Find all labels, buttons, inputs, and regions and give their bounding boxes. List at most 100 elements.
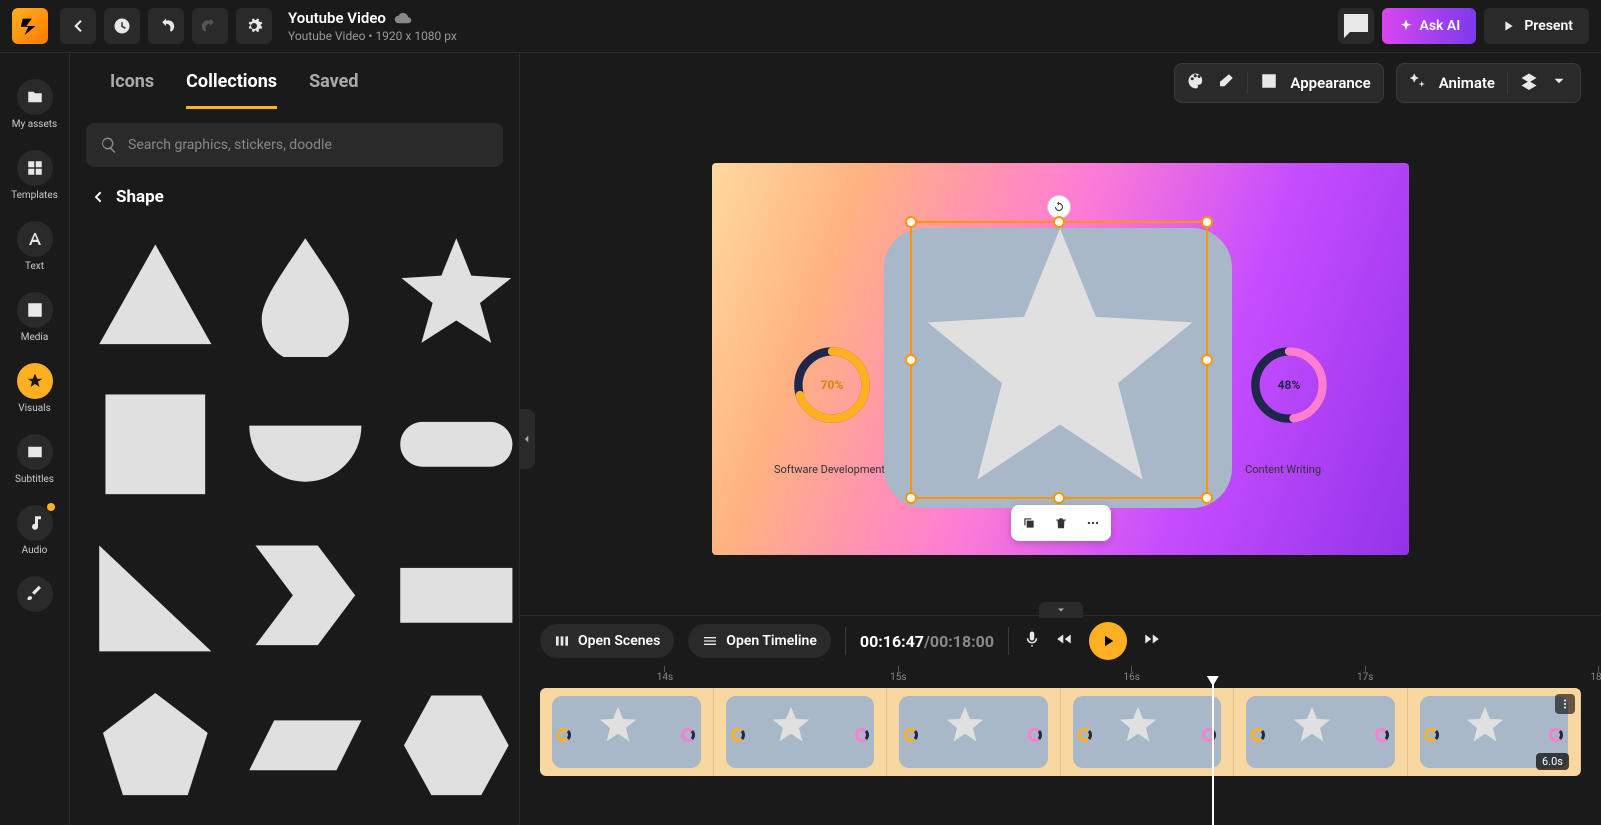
time-display: 00:16:47/00:18:00 xyxy=(860,632,994,651)
undo-button[interactable] xyxy=(148,8,184,44)
timeline-clip[interactable]: 6.0s xyxy=(540,688,1581,776)
rail-subtitles[interactable]: Subtitles xyxy=(0,428,69,491)
chevron-down-icon[interactable] xyxy=(1550,72,1568,94)
shape-square[interactable] xyxy=(86,376,225,515)
clip-duration: 6.0s xyxy=(1536,753,1569,770)
collapse-panel-button[interactable] xyxy=(519,409,535,469)
resize-handle[interactable] xyxy=(1053,216,1065,228)
canvas-area: Appearance Animate 70% 48% Soft xyxy=(520,53,1601,825)
shape-star[interactable] xyxy=(387,225,519,364)
left-rail: My assets Templates Text Media Visuals S… xyxy=(0,53,70,825)
shape-half-circle[interactable] xyxy=(237,376,376,515)
mic-button[interactable] xyxy=(1023,630,1041,652)
shape-chevron[interactable] xyxy=(237,526,376,665)
selection-toolbar xyxy=(1011,505,1111,541)
open-scenes-button[interactable]: Open Scenes xyxy=(540,624,674,658)
magic-icon[interactable] xyxy=(1409,72,1427,94)
brush-icon xyxy=(17,576,53,612)
eraser-icon[interactable] xyxy=(1217,72,1235,94)
shape-rectangle[interactable] xyxy=(387,526,519,665)
stat-ring-right: 48% xyxy=(1247,343,1331,427)
rail-templates[interactable]: Templates xyxy=(0,144,69,207)
delete-button[interactable] xyxy=(1047,509,1075,537)
forward-button[interactable] xyxy=(1143,630,1161,652)
timeline-ruler[interactable]: 14s 15s 16s 17s 18s xyxy=(540,666,1601,682)
shape-pill[interactable] xyxy=(387,376,519,515)
comments-button[interactable] xyxy=(1338,8,1374,44)
tab-saved[interactable]: Saved xyxy=(309,71,358,109)
shape-right-triangle[interactable] xyxy=(86,526,225,665)
collection-title: Shape xyxy=(116,187,164,207)
layers-icon[interactable] xyxy=(1520,72,1538,94)
shape-parallelogram[interactable] xyxy=(237,677,376,816)
shape-hexagon[interactable] xyxy=(387,677,519,816)
rail-media[interactable]: Media xyxy=(0,286,69,349)
timeline-icon xyxy=(702,633,718,649)
scenes-icon xyxy=(554,633,570,649)
timeline-track[interactable]: 6.0s xyxy=(520,682,1601,825)
resize-handle[interactable] xyxy=(1201,216,1213,228)
timeline: Open Scenes Open Timeline 00:16:47/00:18… xyxy=(520,615,1601,825)
rail-draw[interactable] xyxy=(0,570,69,618)
canvas[interactable]: 70% 48% Software Development Content Wri… xyxy=(712,163,1409,555)
resize-handle[interactable] xyxy=(1201,354,1213,366)
resize-handle[interactable] xyxy=(1201,492,1213,504)
app-logo xyxy=(12,8,48,44)
visuals-panel: Icons Collections Saved Shape xyxy=(70,53,520,825)
playhead[interactable] xyxy=(1212,682,1214,825)
shapes-grid xyxy=(70,215,519,825)
stat-ring-left: 70% xyxy=(790,343,874,427)
page-subtitle: Youtube Video • 1920 x 1080 px xyxy=(288,29,1330,43)
search-input[interactable] xyxy=(128,137,489,153)
tab-collections[interactable]: Collections xyxy=(186,71,277,109)
audio-icon xyxy=(17,505,53,541)
resize-handle[interactable] xyxy=(905,492,917,504)
history-button[interactable] xyxy=(104,8,140,44)
shape-drop[interactable] xyxy=(237,225,376,364)
search-icon xyxy=(100,136,118,154)
clip-menu-button[interactable] xyxy=(1555,694,1575,714)
resize-handle[interactable] xyxy=(905,354,917,366)
back-to-collections[interactable]: Shape xyxy=(70,181,519,215)
duplicate-button[interactable] xyxy=(1015,509,1043,537)
title-block: Youtube Video Youtube Video • 1920 x 108… xyxy=(288,9,1330,43)
resize-handle[interactable] xyxy=(1053,492,1065,504)
stat-label-left: Software Development xyxy=(774,463,885,476)
image-icon[interactable] xyxy=(1260,72,1278,94)
selection-box[interactable] xyxy=(910,221,1208,499)
animate-group: Animate xyxy=(1396,63,1581,103)
search-box[interactable] xyxy=(86,123,503,167)
animate-label[interactable]: Animate xyxy=(1439,74,1495,92)
shape-triangle[interactable] xyxy=(86,225,225,364)
canvas-toolbar: Appearance Animate xyxy=(520,53,1601,113)
stat-label-right: Content Writing xyxy=(1245,463,1321,476)
back-button[interactable] xyxy=(60,8,96,44)
chevron-left-icon xyxy=(90,189,106,205)
rail-audio[interactable]: Audio xyxy=(0,499,69,562)
collapse-timeline-button[interactable] xyxy=(1039,602,1083,618)
appearance-label[interactable]: Appearance xyxy=(1290,74,1370,92)
present-label: Present xyxy=(1524,18,1573,34)
top-header: Youtube Video Youtube Video • 1920 x 108… xyxy=(0,0,1601,53)
play-button[interactable] xyxy=(1089,622,1127,660)
rail-my-assets[interactable]: My assets xyxy=(0,73,69,136)
rail-text[interactable]: Text xyxy=(0,215,69,278)
rewind-button[interactable] xyxy=(1055,630,1073,652)
present-button[interactable]: Present xyxy=(1484,8,1589,44)
ask-ai-label: Ask AI xyxy=(1420,18,1461,34)
open-timeline-button[interactable]: Open Timeline xyxy=(688,624,831,658)
appearance-group: Appearance xyxy=(1174,63,1383,103)
tab-icons[interactable]: Icons xyxy=(110,71,154,109)
settings-button[interactable] xyxy=(236,8,272,44)
text-icon xyxy=(17,221,53,257)
redo-button[interactable] xyxy=(192,8,228,44)
shape-pentagon[interactable] xyxy=(86,677,225,816)
templates-icon xyxy=(17,150,53,186)
color-picker-icon[interactable] xyxy=(1187,72,1205,94)
ask-ai-button[interactable]: Ask AI xyxy=(1382,8,1477,44)
rail-visuals[interactable]: Visuals xyxy=(0,357,69,420)
resize-handle[interactable] xyxy=(905,216,917,228)
more-button[interactable] xyxy=(1079,509,1107,537)
page-title[interactable]: Youtube Video xyxy=(288,9,386,27)
media-icon xyxy=(17,292,53,328)
